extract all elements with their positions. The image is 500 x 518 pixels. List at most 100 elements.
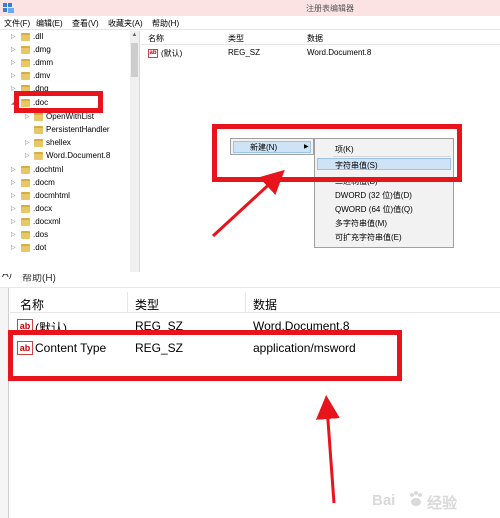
expand-arrow-icon[interactable]: ▷ — [25, 152, 30, 159]
baidu-watermark: Bai 经验 — [372, 488, 496, 514]
folder-icon — [21, 218, 30, 226]
watermark-jingyan: 经验 — [427, 495, 458, 512]
column-separator[interactable] — [245, 292, 246, 313]
expand-arrow-icon[interactable]: ▷ — [11, 231, 16, 238]
tree-item-docx[interactable]: ▷ .docx — [0, 203, 130, 216]
expand-arrow-icon[interactable]: ▷ — [11, 46, 16, 53]
menu-edit[interactable]: 编辑(E) — [36, 18, 63, 29]
scroll-thumb[interactable] — [131, 43, 138, 77]
folder-icon — [21, 33, 30, 41]
watermark-text: Bai — [372, 492, 396, 509]
expand-arrow-icon[interactable]: ▷ — [25, 113, 30, 120]
menu-fragment[interactable]: A) — [2, 274, 12, 280]
folder-icon — [21, 205, 30, 213]
title-bar: 注册表编辑器 — [0, 0, 500, 16]
string-value-icon: ab — [148, 49, 158, 58]
tree-item-label: .dmv — [33, 71, 51, 80]
window-title: 注册表编辑器 — [306, 4, 354, 13]
tree-item-dmg[interactable]: ▷ .dmg — [0, 44, 130, 57]
value-type: REG_SZ — [228, 48, 261, 57]
menu-file[interactable]: 文件(F) — [4, 18, 30, 29]
tree-item-label: OpenWithList — [46, 112, 95, 121]
submenu-item-multi-string-value[interactable]: 多字符串值(M) — [335, 218, 387, 229]
menu-bar-partial: A) 帮助(H) — [0, 274, 500, 288]
tree-pane-edge — [0, 288, 9, 518]
tree-item-label: .docm — [33, 178, 55, 187]
tree-item-persistenthandler[interactable]: PersistentHandler — [0, 124, 130, 137]
column-data[interactable]: 数据 — [253, 296, 277, 313]
expand-arrow-icon[interactable]: ▷ — [11, 218, 16, 225]
menu-help[interactable]: 帮助(H) — [22, 274, 56, 284]
tree-item-label: .dot — [33, 243, 47, 252]
folder-icon — [34, 139, 43, 147]
folder-icon — [34, 113, 43, 121]
tree-item-dmm[interactable]: ▷ .dmm — [0, 57, 130, 70]
expand-arrow-icon[interactable]: ▷ — [11, 33, 16, 40]
tree-item-docxml[interactable]: ▷ .docxml — [0, 216, 130, 229]
expand-arrow-icon[interactable]: ▷ — [25, 139, 30, 146]
tree-scrollbar[interactable]: ▲ — [130, 31, 139, 272]
tree-item-dos[interactable]: ▷ .dos — [0, 229, 130, 242]
menu-favorites[interactable]: 收藏夹(A) — [108, 18, 143, 29]
folder-icon — [21, 59, 30, 67]
column-name[interactable]: 名称 — [148, 33, 164, 44]
bottom-screenshot: A) 帮助(H) 名称 类型 数据 ab (默认) REG_SZ Word.Do… — [0, 274, 500, 518]
expand-arrow-icon[interactable]: ▷ — [11, 179, 16, 186]
expand-arrow-icon[interactable]: ▷ — [11, 72, 16, 79]
column-type[interactable]: 类型 — [135, 296, 159, 313]
tree-item-dmv[interactable]: ▷ .dmv — [0, 70, 130, 83]
value-row-default[interactable]: ab (默认) REG_SZ Word.Document.8 — [141, 47, 500, 60]
column-data[interactable]: 数据 — [307, 33, 323, 44]
tree-item-label: .docx — [33, 204, 53, 213]
submenu-item-expandable-string-value[interactable]: 可扩充字符串值(E) — [335, 232, 402, 243]
column-separator[interactable] — [127, 292, 128, 313]
menu-view[interactable]: 查看(V) — [72, 18, 99, 29]
column-type[interactable]: 类型 — [228, 33, 244, 44]
folder-icon — [21, 166, 30, 174]
tree-item-shellex[interactable]: ▷ shellex — [0, 137, 130, 150]
scroll-up-icon[interactable]: ▲ — [130, 31, 139, 40]
menu-bar: 文件(F) 编辑(E) 查看(V) 收藏夹(A) 帮助(H) — [0, 16, 500, 30]
values-header: 名称 类型 数据 — [10, 292, 500, 313]
tree-item-dll[interactable]: ▷ .dll — [0, 31, 130, 44]
folder-icon — [34, 126, 43, 134]
value-name: (默认) — [161, 49, 183, 58]
tree-item-label: PersistentHandler — [46, 125, 110, 134]
tree-item-label: .dmg — [33, 45, 51, 54]
paw-logo-icon — [410, 491, 422, 506]
tree-item-label: Word.Document.8 — [46, 151, 111, 160]
tree-item-label: .dochtml — [33, 165, 64, 174]
tree-item-label: .dos — [33, 230, 49, 239]
folder-icon — [21, 231, 30, 239]
tree-item-label: .docxml — [33, 217, 61, 226]
tree-item-label: .dmm — [33, 58, 53, 67]
column-name[interactable]: 名称 — [20, 296, 44, 313]
top-screenshot: 注册表编辑器 文件(F) 编辑(E) 查看(V) 收藏夹(A) 帮助(H) ▷ … — [0, 0, 500, 272]
new-string-highlight-box — [212, 124, 462, 182]
doc-highlight-box — [14, 91, 103, 113]
expand-arrow-icon[interactable]: ▷ — [11, 244, 16, 251]
submenu-item-qword-value[interactable]: QWORD (64 位)值(Q) — [335, 204, 413, 215]
expand-arrow-icon[interactable]: ▷ — [11, 205, 16, 212]
expand-arrow-icon[interactable]: ▷ — [11, 59, 16, 66]
tree-item-dochtml[interactable]: ▷ .dochtml — [0, 164, 130, 177]
tree-item-label: .dll — [33, 32, 44, 41]
folder-icon — [21, 192, 30, 200]
folder-icon — [21, 72, 30, 80]
tree-item-dot[interactable]: ▷ .dot — [0, 242, 130, 255]
value-data: Word.Document.8 — [307, 48, 372, 57]
tree-item-word-document-8[interactable]: ▷ Word.Document.8 — [0, 150, 130, 163]
registry-tree: ▷ .dll ▷ .dmg ▷ .dmm ▷ .dmv ▷ .dng ◢ .do… — [0, 31, 140, 272]
tree-item-label: .docmhtml — [33, 191, 70, 200]
submenu-item-dword-value[interactable]: DWORD (32 位)值(D) — [335, 190, 412, 201]
content-type-highlight-box — [8, 330, 402, 381]
tree-item-docm[interactable]: ▷ .docm — [0, 177, 130, 190]
expand-arrow-icon[interactable]: ▷ — [11, 166, 16, 173]
tree-item-docmhtml[interactable]: ▷ .docmhtml — [0, 190, 130, 203]
menu-help[interactable]: 帮助(H) — [152, 18, 179, 29]
tree-item-label: shellex — [46, 138, 71, 147]
values-header: 名称 类型 数据 — [141, 31, 500, 45]
folder-icon — [21, 179, 30, 187]
expand-arrow-icon[interactable]: ▷ — [11, 192, 16, 199]
folder-icon — [21, 244, 30, 252]
